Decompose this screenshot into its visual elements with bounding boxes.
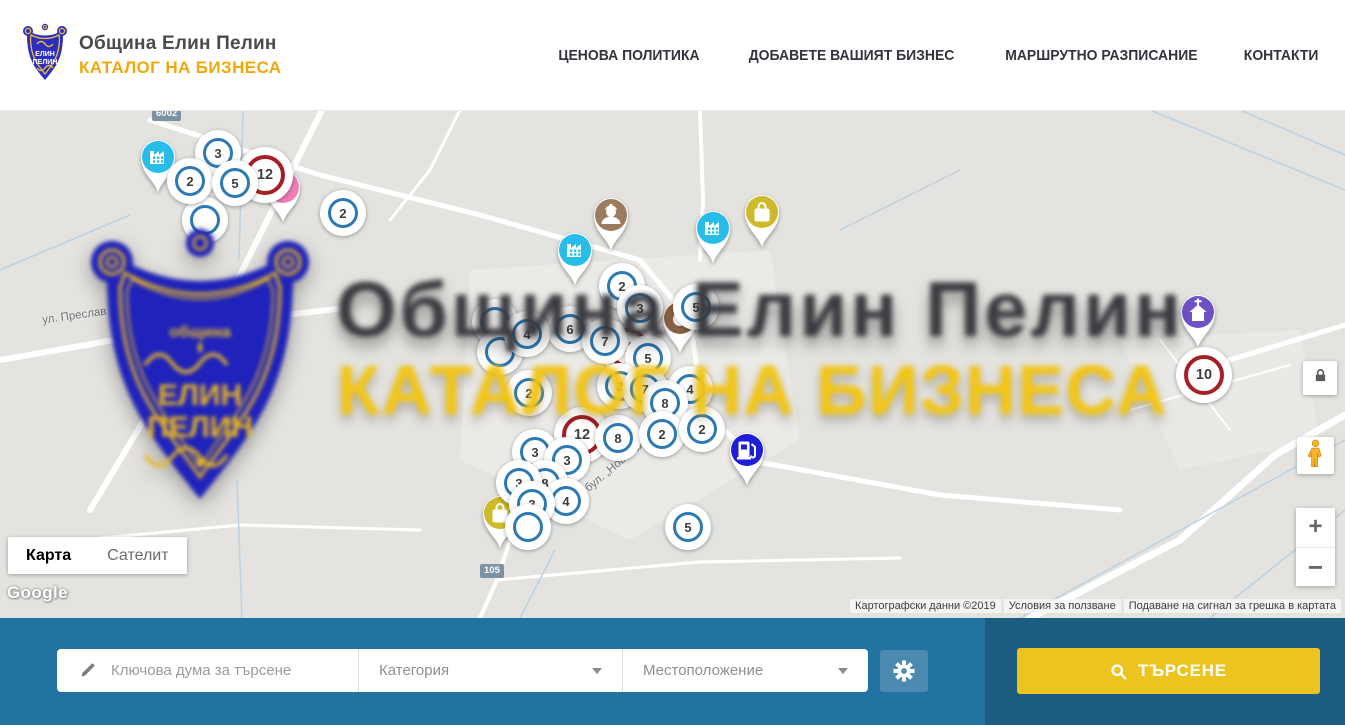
map-cluster-marker[interactable]: 2 (506, 370, 552, 416)
map-cluster-marker[interactable]: 4 (504, 311, 550, 357)
search-fields: Категория Местоположение (57, 649, 868, 692)
lock-icon (1313, 368, 1328, 388)
map-cluster-marker[interactable]: 5 (665, 504, 711, 550)
category-select-label: Категория (379, 662, 449, 679)
map-pin-factory[interactable] (551, 226, 599, 288)
map-cluster-marker[interactable]: 2 (167, 158, 213, 204)
advanced-settings-button[interactable] (880, 650, 928, 692)
nav-route-schedule[interactable]: МАРШРУТНО РАЗПИСАНИЕ (1005, 47, 1197, 64)
lock-button[interactable] (1303, 361, 1337, 395)
main-nav: ЦЕНОВА ПОЛИТИКА ДОБАВЕТЕ ВАШИЯТ БИЗНЕС М… (553, 0, 1321, 110)
search-panel: Категория Местоположение (0, 618, 1345, 725)
municipality-shield-icon: ЕЛИН ПЕЛИН (22, 22, 68, 89)
nav-pricing-policy[interactable]: ЦЕНОВА ПОЛИТИКА (558, 47, 699, 64)
pencil-icon (79, 662, 96, 679)
nav-add-your-business[interactable]: ДОБАВЕТЕ ВАШИЯТ БИЗНЕС (749, 47, 955, 64)
search-button-label: ТЪРСЕНЕ (1138, 661, 1227, 681)
map-cluster-marker[interactable]: 8 (595, 415, 641, 461)
map-pin-factory[interactable] (689, 204, 737, 266)
site-logo[interactable]: ЕЛИН ПЕЛИН Община Елин Пелин КАТАЛОГ НА … (22, 22, 281, 89)
map-cluster-marker[interactable]: 10 (1176, 347, 1232, 403)
search-icon (1110, 663, 1127, 680)
map-cluster-marker[interactable] (505, 504, 551, 550)
road-number-shield: 6002 (152, 110, 181, 121)
svg-text:ПЕЛИН: ПЕЛИН (33, 59, 58, 66)
map-cluster-marker[interactable]: 7 (582, 318, 628, 364)
map-cluster-marker[interactable]: 2 (639, 411, 685, 457)
svg-text:ЕЛИН: ЕЛИН (35, 51, 55, 58)
map-type-control: Карта Сателит (8, 537, 187, 574)
zoom-control: + − (1296, 508, 1335, 586)
map-canvas[interactable]: 1232521223564752748212822338343510600210… (0, 110, 1345, 618)
map-type-map-button[interactable]: Карта (8, 537, 89, 574)
nav-contacts[interactable]: КОНТАКТИ (1244, 47, 1319, 64)
gear-icon (893, 660, 915, 682)
road-number-shield: 105 (480, 564, 504, 578)
chevron-down-icon (592, 668, 602, 674)
map-cluster-marker[interactable]: 3 (617, 285, 663, 331)
header: ЕЛИН ПЕЛИН Община Елин Пелин КАТАЛОГ НА … (0, 0, 1345, 111)
map-cluster-marker[interactable]: 2 (679, 406, 725, 452)
category-select[interactable]: Категория (358, 649, 622, 692)
street-view-pegman[interactable] (1297, 437, 1334, 474)
google-logo[interactable]: Google (7, 583, 68, 603)
site-subtitle: КАТАЛОГ НА БИЗНЕСА (79, 58, 281, 78)
map-type-satellite-button[interactable]: Сателит (89, 537, 186, 574)
keyword-field[interactable] (57, 649, 358, 692)
report-map-error-link[interactable]: Подаване на сигнал за грешка в картата (1124, 599, 1341, 613)
map-cluster-marker[interactable]: 2 (320, 190, 366, 236)
search-button[interactable]: ТЪРСЕНЕ (1017, 648, 1320, 694)
location-select-label: Местоположение (643, 662, 763, 679)
pegman-icon (1307, 439, 1324, 473)
zoom-out-button[interactable]: − (1296, 547, 1335, 587)
map-pin-church[interactable] (1174, 288, 1222, 350)
map-cluster-marker[interactable]: 5 (212, 160, 258, 206)
location-select[interactable]: Местоположение (622, 649, 868, 692)
map-pin-shopping-bag[interactable] (738, 188, 786, 250)
site-title: Община Елин Пелин (79, 33, 281, 55)
terms-of-use-link[interactable]: Условия за ползване (1004, 599, 1121, 613)
keyword-input[interactable] (109, 661, 348, 680)
map-pin-fuel[interactable] (723, 426, 771, 488)
map-attribution: Картографски данни ©2019 Условия за полз… (850, 599, 1341, 613)
zoom-in-button[interactable]: + (1296, 508, 1335, 547)
chevron-down-icon (838, 668, 848, 674)
map-copyright: Картографски данни ©2019 (850, 599, 1001, 613)
map-cluster-marker[interactable]: 5 (673, 284, 719, 330)
